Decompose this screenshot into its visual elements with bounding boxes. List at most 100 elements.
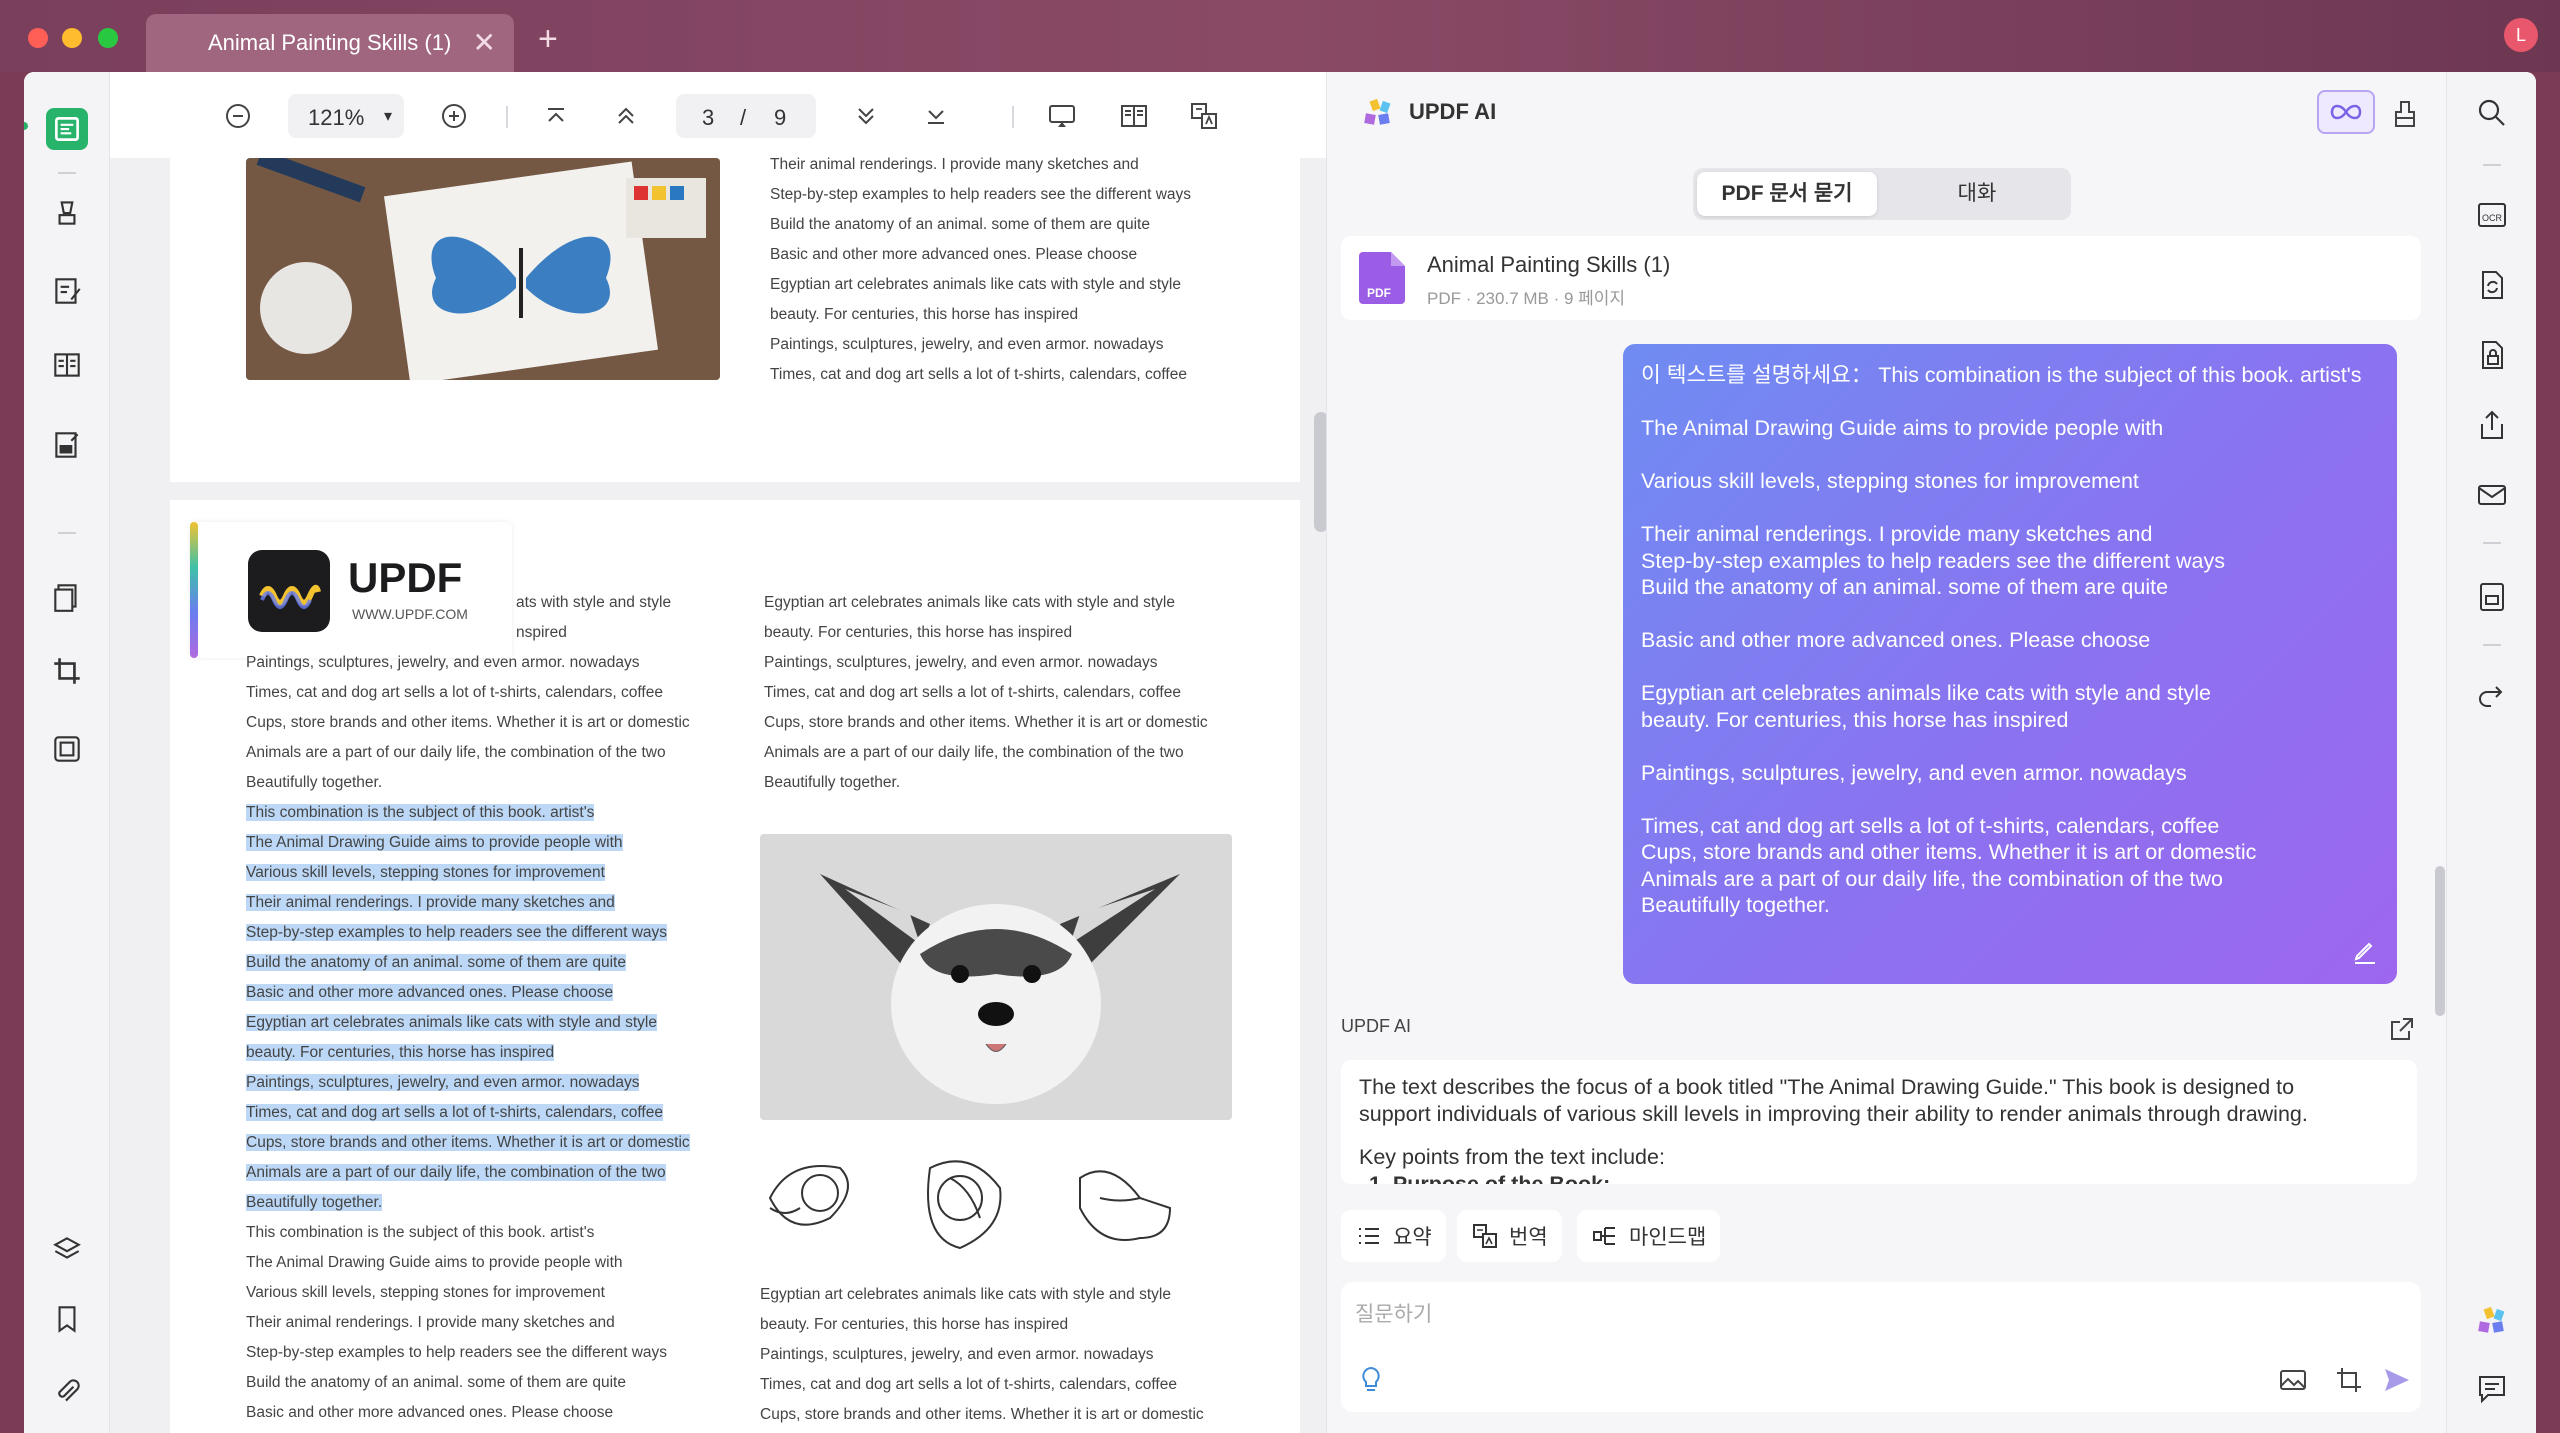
text-line: Paintings, sculptures, jewelry, and even… <box>760 1346 1154 1363</box>
convert-pdf-icon[interactable] <box>2475 268 2509 302</box>
current-page-input[interactable]: 3 <box>702 105 714 131</box>
search-icon[interactable] <box>2475 96 2509 130</box>
minimize-window-button[interactable] <box>62 28 82 48</box>
image-upload-icon[interactable] <box>2277 1364 2309 1396</box>
butterfly-painting-image <box>246 158 720 380</box>
text-line: The Animal Drawing Guide aims to provide… <box>246 1254 623 1271</box>
message-line: Beautifully together. <box>1641 893 1830 917</box>
ai-scrollbar[interactable] <box>2435 866 2445 1016</box>
edit-pdf-icon[interactable] <box>46 270 88 312</box>
close-window-button[interactable] <box>28 28 48 48</box>
slideshow-icon[interactable] <box>1044 98 1080 134</box>
toolbar-divider <box>1012 106 1014 128</box>
zoom-select[interactable]: 121% ▾ <box>288 94 404 138</box>
tab-close-icon[interactable]: ✕ <box>473 26 496 59</box>
rail-divider <box>2483 542 2501 544</box>
screenshot-icon[interactable] <box>2333 1364 2365 1396</box>
highlight-span: Build the anatomy of an animal. some of … <box>246 954 626 971</box>
previous-page-icon[interactable] <box>608 98 644 134</box>
right-column-bottom: Egyptian art celebrates animals like cat… <box>760 1280 1204 1430</box>
redo-icon[interactable] <box>2475 680 2509 714</box>
text-line: Various skill levels, stepping stones fo… <box>246 858 690 888</box>
updf-ai-logo-icon <box>1364 98 1391 125</box>
text-line: Step-by-step examples to help readers se… <box>246 1344 668 1361</box>
page-display-icon[interactable] <box>1116 98 1152 134</box>
question-placeholder: 질문하기 <box>1355 1303 1433 1326</box>
document-tab[interactable]: Animal Painting Skills (1) ✕ <box>146 14 514 72</box>
crop-icon[interactable] <box>46 650 88 692</box>
translate-button[interactable]: 번역 <box>1457 1210 1562 1262</box>
text-line: Basic and other more advanced ones. Plea… <box>246 1404 614 1421</box>
share-icon[interactable] <box>2475 408 2509 442</box>
tab-ask-pdf[interactable]: PDF 문서 묻기 <box>1697 172 1877 216</box>
mindmap-button[interactable]: 마인드맵 <box>1577 1210 1721 1262</box>
right-rail: OCR <box>2446 72 2536 1433</box>
response-line: support individuals of various skill lev… <box>1359 1102 2308 1126</box>
translate-icon[interactable] <box>1186 98 1222 134</box>
page-tools-icon[interactable] <box>46 576 88 618</box>
text-line: Basic and other more advanced ones. Plea… <box>246 978 690 1008</box>
ai-panel: UPDF AI PDF 문서 묻기 대화 PDF Animal Painting… <box>1326 72 2446 1433</box>
text-line: Times, cat and dog art sells a lot of t-… <box>764 684 1181 701</box>
file-card[interactable]: PDF Animal Painting Skills (1) PDF · 230… <box>1341 236 2421 320</box>
tab-chat[interactable]: 대화 <box>1887 172 2067 216</box>
text-line: Their animal renderings. I provide many … <box>246 1314 615 1331</box>
send-icon[interactable] <box>2381 1364 2413 1396</box>
sidebar-divider <box>58 172 76 174</box>
highlight-span: Their animal renderings. I provide many … <box>246 894 615 911</box>
comment-icon[interactable] <box>2475 1372 2509 1406</box>
zoom-out-icon[interactable] <box>220 98 256 134</box>
message-line: Their animal renderings. I provide many … <box>1641 522 2153 546</box>
question-input[interactable]: 질문하기 <box>1341 1282 2421 1412</box>
highlight-span: Paintings, sculptures, jewelry, and even… <box>246 1074 640 1091</box>
watermark-stripe <box>190 522 198 658</box>
organize-pages-icon[interactable] <box>46 344 88 386</box>
new-tab-button[interactable]: + <box>538 20 558 59</box>
title-bar: Animal Painting Skills (1) ✕ + L <box>0 0 2560 72</box>
protect-pdf-icon[interactable] <box>2475 338 2509 372</box>
layers-icon[interactable] <box>46 1228 88 1270</box>
ai-header: UPDF AI <box>1327 72 2447 152</box>
highlighter-icon[interactable] <box>46 192 88 234</box>
highlight-span: beauty. For centuries, this horse has in… <box>246 1044 555 1061</box>
text-line: The Animal Drawing Guide aims to provide… <box>246 828 690 858</box>
message-line: Basic and other more advanced ones. Plea… <box>1641 628 2151 652</box>
text-line: beauty. For centuries, this horse has in… <box>760 1316 1069 1333</box>
user-avatar[interactable]: L <box>2504 18 2538 52</box>
attachment-icon[interactable] <box>46 1370 88 1412</box>
total-pages: 9 <box>774 105 787 130</box>
status-dot <box>24 122 28 130</box>
last-page-icon[interactable] <box>918 98 954 134</box>
form-edit-icon[interactable] <box>46 424 88 466</box>
dog-sketches-image <box>760 1138 1220 1258</box>
next-page-icon[interactable] <box>848 98 884 134</box>
edit-message-icon[interactable] <box>2351 938 2379 966</box>
zoom-in-icon[interactable] <box>436 98 472 134</box>
updf-ai-rail-icon[interactable] <box>2475 1304 2509 1338</box>
text-line: Egyptian art celebrates animals like cat… <box>760 1286 1171 1303</box>
page-navigator[interactable]: 3 / 9 <box>676 94 816 138</box>
text-line: Egyptian art celebrates animals like cat… <box>770 276 1181 293</box>
highlighted-text-block[interactable]: This combination is the subject of this … <box>246 798 690 1218</box>
translate-label: 번역 <box>1509 1226 1548 1249</box>
reader-mode-icon[interactable] <box>46 108 88 150</box>
open-external-icon[interactable] <box>2389 1016 2415 1042</box>
file-name: Animal Painting Skills (1) <box>1427 252 1671 277</box>
pdf-viewer: 121% ▾ 3 / 9 Their animal renderings. I … <box>110 72 1328 1433</box>
text-line: Times, cat and dog art sells a lot of t-… <box>246 684 663 701</box>
infinity-mode-button[interactable] <box>2317 90 2375 134</box>
message-line: Animals are a part of our daily life, th… <box>1641 866 2224 891</box>
zoom-window-button[interactable] <box>98 28 118 48</box>
convert-icon[interactable] <box>46 728 88 770</box>
ocr-icon[interactable]: OCR <box>2475 198 2509 232</box>
email-icon[interactable] <box>2475 478 2509 512</box>
bookmark-icon[interactable] <box>46 1298 88 1340</box>
svg-text:OCR: OCR <box>2482 213 2503 223</box>
first-page-icon[interactable] <box>538 98 574 134</box>
file-meta: PDF · 230.7 MB · 9 페이지 <box>1427 289 1626 308</box>
summarize-button[interactable]: 요약 <box>1341 1210 1446 1262</box>
lightbulb-icon[interactable] <box>1355 1364 1387 1396</box>
save-icon[interactable] <box>2475 580 2509 614</box>
clean-chat-icon[interactable] <box>2391 98 2419 130</box>
message-line: The Animal Drawing Guide aims to provide… <box>1641 416 2164 440</box>
